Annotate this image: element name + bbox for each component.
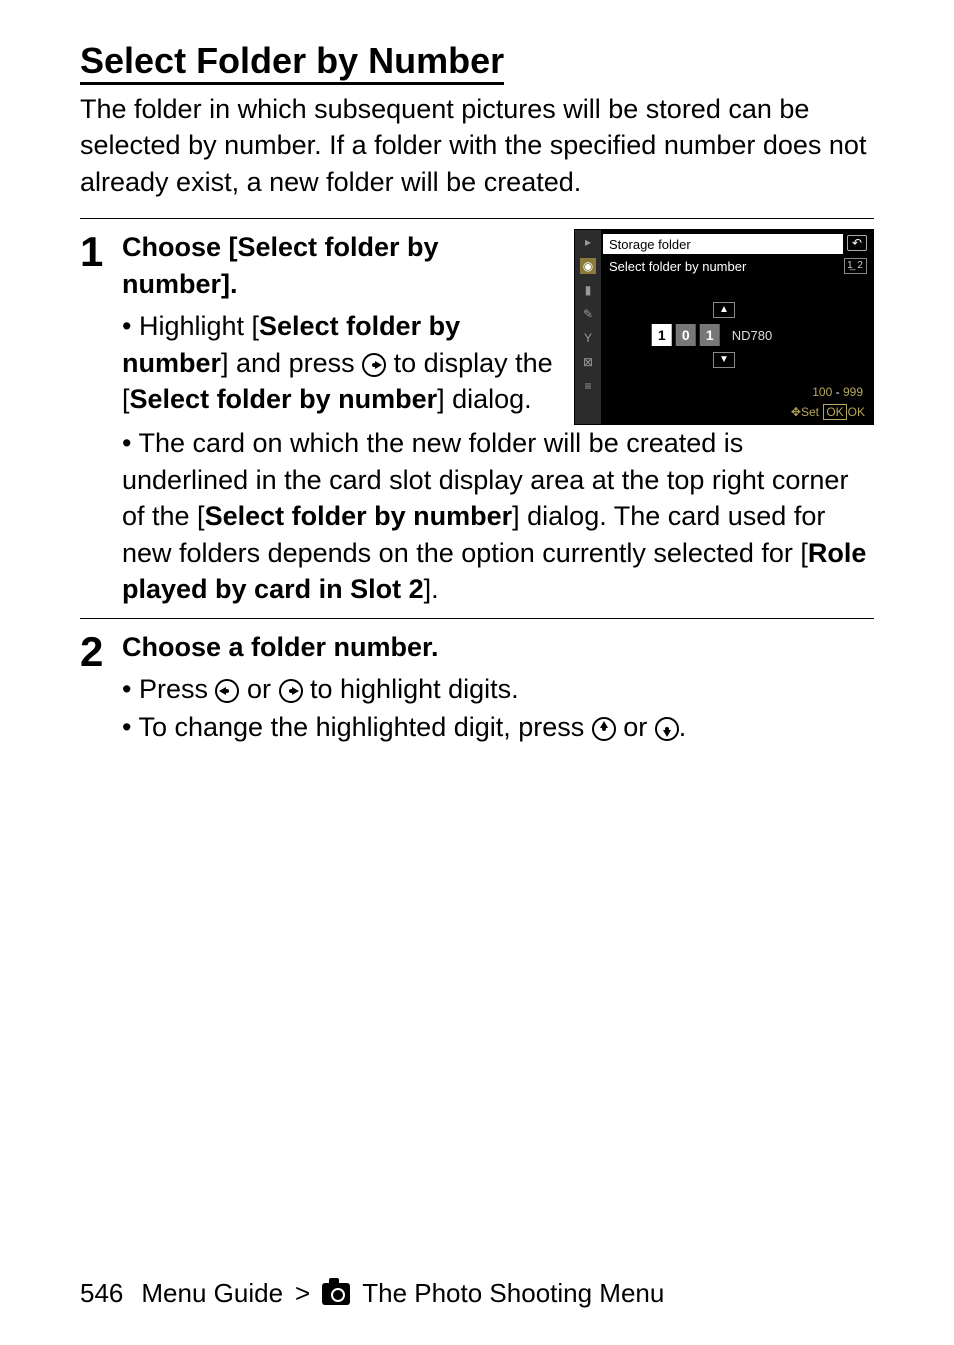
- step-number: 1: [80, 229, 122, 609]
- ok-badge: OK: [823, 404, 846, 420]
- page-number: 546: [80, 1278, 123, 1309]
- text-run: • Highlight [: [122, 311, 259, 341]
- range-high: 999: [843, 385, 863, 399]
- step: 1 Choose [Select folder by number]. • Hi…: [80, 218, 874, 617]
- breadcrumb-subsection: The Photo Shooting Menu: [362, 1278, 664, 1309]
- bullet: • Highlight [ Select folder by number ] an…: [122, 308, 556, 417]
- menu-retouch-icon: ⊠: [580, 354, 596, 370]
- menu-mymenu-icon: ≡: [580, 378, 596, 394]
- camera-icon: [322, 1283, 350, 1305]
- bold-term: Select folder by number: [205, 501, 513, 531]
- text-run: or: [239, 674, 278, 704]
- text-run: .: [679, 712, 687, 742]
- screenshot-range: 100 - 999: [812, 384, 863, 400]
- text-run: to highlight digits.: [303, 674, 519, 704]
- bullet-text: • Highlight [ Select folder by number ] an…: [122, 308, 556, 417]
- range-low: 100: [812, 385, 832, 399]
- text-run: ].: [424, 574, 439, 604]
- camera-screenshot: ▸ ◉ ▮ ✎ Y ⊠ ≡ Storage folder ↶ Select fo…: [574, 229, 874, 425]
- screenshot-digit: 1: [700, 324, 720, 346]
- menu-video-icon: ▮: [580, 282, 596, 298]
- screenshot-digit: 0: [676, 324, 696, 346]
- set-dpad-icon: ✥: [791, 405, 801, 419]
- bullet-text: • The card on which the new folder will …: [122, 425, 874, 607]
- screenshot-sidebar: ▸ ◉ ▮ ✎ Y ⊠ ≡: [575, 230, 601, 424]
- screenshot-digit: 1: [652, 324, 672, 346]
- steps-list: 1 Choose [Select folder by number]. • Hi…: [80, 218, 874, 756]
- screenshot-digits: 1 0 1 ND780: [652, 324, 772, 346]
- menu-wrench-icon: Y: [580, 330, 596, 346]
- multiselector-right-icon: [362, 353, 386, 377]
- multiselector-left-icon: [215, 679, 239, 703]
- screenshot-set-hint: ✥Set OKOK: [791, 404, 865, 420]
- text-run: or: [616, 712, 655, 742]
- text-run: • To change the highlighted digit, press: [122, 712, 592, 742]
- bullet-text: • To change the highlighted digit, press…: [122, 709, 874, 745]
- range-dash: -: [836, 385, 843, 399]
- bullet-text: • Press or to highlight digits.: [122, 671, 874, 707]
- bold-term: Select folder by number: [130, 384, 438, 414]
- bullet: • The card on which the new folder will …: [122, 425, 874, 607]
- page: Select Folder by Number The folder in wh…: [0, 0, 954, 1345]
- screenshot-card-slots: 1̲ 2: [844, 258, 867, 274]
- screenshot-arrow-down-icon: ▼: [713, 352, 735, 368]
- breadcrumb-separator: >: [295, 1278, 310, 1309]
- screenshot-arrow-up-icon: ▲: [713, 302, 735, 318]
- menu-pencil-icon: ✎: [580, 306, 596, 322]
- multiselector-down-icon: [655, 717, 679, 741]
- menu-play-icon: ▸: [580, 234, 596, 250]
- screenshot-back-icon: ↶: [847, 235, 867, 251]
- text-run: • Press: [122, 674, 215, 704]
- step-title: Choose a folder number.: [122, 629, 874, 665]
- screenshot-model: ND780: [732, 327, 772, 345]
- step-body: Choose [Select folder by number]. • High…: [122, 229, 874, 609]
- multiselector-right-icon: [279, 679, 303, 703]
- step-body: Choose a folder number. • Press or to hi…: [122, 629, 874, 748]
- step-title: Choose [Select folder by number].: [122, 229, 556, 302]
- step: 2 Choose a folder number. • Press or to …: [80, 618, 874, 756]
- text-run: ] dialog.: [437, 384, 532, 414]
- page-footer: 546 Menu Guide > The Photo Shooting Menu: [80, 1278, 874, 1309]
- step-number: 2: [80, 629, 122, 748]
- multiselector-up-icon: [592, 717, 616, 741]
- bullet: • To change the highlighted digit, press…: [122, 709, 874, 745]
- ok-text: OK: [848, 405, 865, 419]
- set-label: Set: [801, 405, 819, 419]
- breadcrumb-section: Menu Guide: [141, 1278, 283, 1309]
- intro-paragraph: The folder in which subsequent pictures …: [80, 91, 874, 200]
- bullet: • Press or to highlight digits.: [122, 671, 874, 707]
- screenshot-subtitle: Select folder by number: [603, 256, 843, 276]
- menu-camera-icon: ◉: [580, 258, 596, 274]
- text-run: ] and press: [221, 348, 362, 378]
- section-heading: Select Folder by Number: [80, 40, 504, 85]
- screenshot-title: Storage folder: [603, 234, 843, 254]
